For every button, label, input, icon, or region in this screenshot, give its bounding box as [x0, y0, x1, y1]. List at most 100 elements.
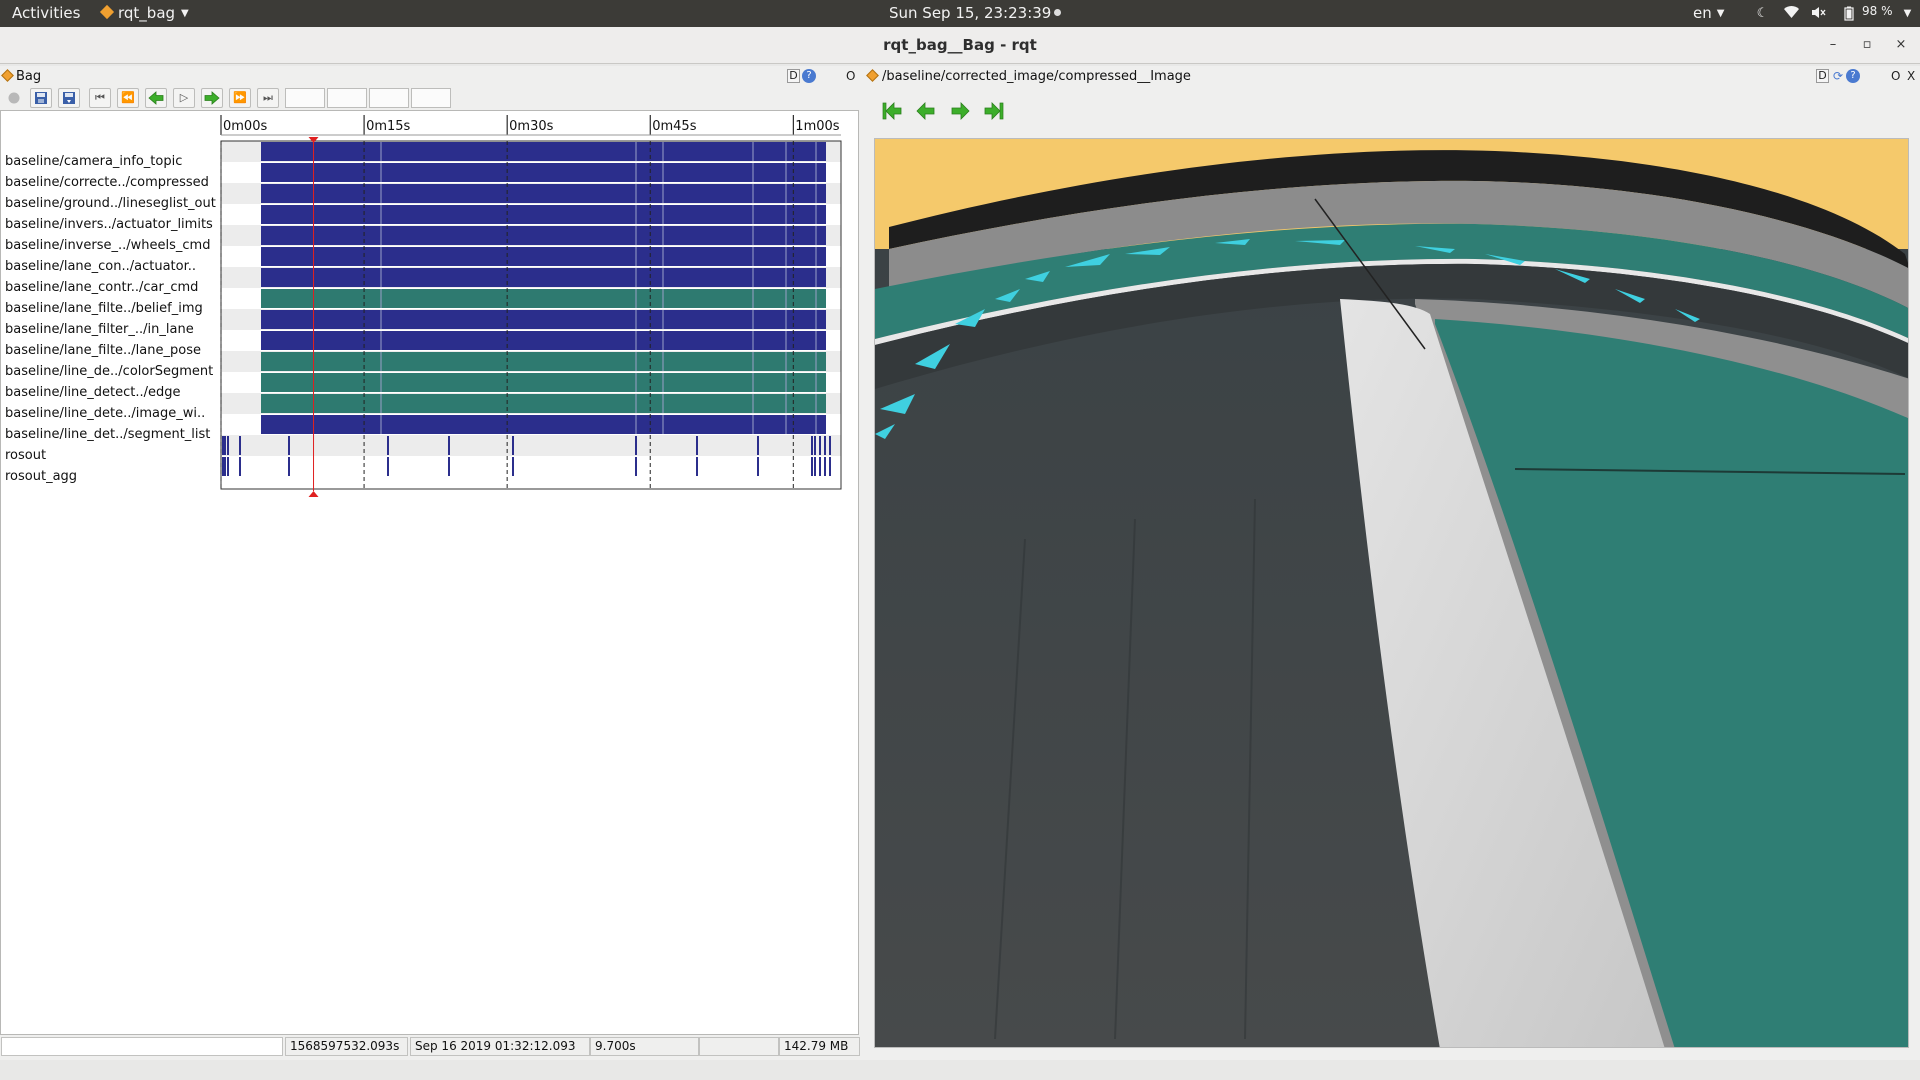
save-bag-icon[interactable]	[58, 88, 80, 108]
bag-dock-button[interactable]: D	[787, 69, 800, 83]
message-tick	[819, 457, 821, 476]
step-forward-icon[interactable]	[949, 100, 971, 122]
message-tick	[387, 436, 389, 455]
play-forward-icon[interactable]	[201, 88, 223, 108]
message-tick	[512, 457, 514, 476]
chevron-down-icon: ▼	[181, 8, 189, 19]
bag-timeline-area[interactable]: baseline/camera_info_topic baseline/corre…	[0, 110, 859, 1035]
status-size: 142.79 MB	[779, 1037, 860, 1056]
message-tick	[239, 457, 241, 476]
bag-help-icon[interactable]: ?	[802, 69, 816, 83]
bag-panel-title: Bag	[16, 69, 42, 84]
timeline-chart[interactable]: 0m00s 0m15s 0m30s 0m45s 1m00s	[1, 111, 860, 1036]
image-dock-button[interactable]: D	[1816, 69, 1829, 83]
topic-message-bar	[261, 289, 826, 308]
zoom-out-button[interactable]	[327, 88, 367, 108]
image-panel: /baseline/corrected_image/compressed__Im…	[865, 66, 1920, 1060]
topic-message-bar	[261, 268, 826, 287]
status-filter-input[interactable]	[1, 1037, 283, 1056]
play-backward-icon[interactable]	[145, 88, 167, 108]
message-tick	[814, 436, 816, 455]
message-tick	[829, 457, 831, 476]
clock[interactable]: Sun Sep 15, 23:23:39	[889, 4, 1062, 22]
bag-panel: Bag D ? O ⏮ ⏪ ▷ ⏩ ⏭ baseline/camera_info…	[0, 66, 865, 1060]
fast-forward-icon[interactable]: ⏩	[229, 88, 251, 108]
skip-to-end-icon[interactable]	[983, 100, 1005, 122]
step-back-icon[interactable]	[915, 100, 937, 122]
volume-muted-icon[interactable]	[1811, 6, 1826, 21]
night-light-icon[interactable]: ☾	[1755, 6, 1770, 21]
topic-message-bar	[261, 247, 826, 266]
language-menu[interactable]: en ▼	[1693, 4, 1724, 22]
refresh-icon[interactable]: ⟳	[1831, 69, 1845, 83]
notification-dot-icon	[1054, 9, 1062, 16]
time-tick-label: 0m15s	[366, 119, 410, 134]
topic-message-bar	[261, 205, 826, 224]
status-datetime: Sep 16 2019 01:32:12.093	[410, 1037, 590, 1056]
message-tick	[224, 436, 226, 455]
close-icon[interactable]: ×	[1892, 36, 1910, 54]
bag-toolbar: ⏮ ⏪ ▷ ⏩ ⏭	[0, 86, 865, 110]
topic-message-bar	[261, 373, 826, 392]
message-tick	[288, 436, 290, 455]
message-tick	[512, 436, 514, 455]
topic-message-bar	[261, 163, 826, 182]
topic-message-bar	[261, 331, 826, 350]
system-menu-chevron-icon[interactable]: ▼	[1900, 6, 1915, 21]
zoom-in-button[interactable]	[285, 88, 325, 108]
minimize-icon[interactable]: –	[1824, 36, 1842, 54]
message-tick	[227, 457, 229, 476]
message-tick	[448, 457, 450, 476]
image-help-icon[interactable]: ?	[1846, 69, 1860, 83]
message-tick	[814, 457, 816, 476]
image-panel-header: /baseline/corrected_image/compressed__Im…	[865, 66, 1920, 86]
message-tick	[635, 436, 637, 455]
image-options-button[interactable]: O	[1891, 69, 1900, 83]
message-tick	[227, 436, 229, 455]
topic-message-bar	[261, 415, 826, 434]
message-tick	[824, 436, 826, 455]
battery-percent[interactable]: 98 %	[1862, 4, 1893, 18]
time-tick-label: 0m30s	[509, 119, 553, 134]
topic-message-bar	[261, 226, 826, 245]
message-tick	[757, 436, 759, 455]
topic-message-bar	[261, 184, 826, 203]
system-top-bar: Activities rqt_bag ▼ Sun Sep 15, 23:23:39…	[0, 0, 1920, 27]
skip-to-start-icon[interactable]	[881, 100, 903, 122]
topic-message-bar	[261, 394, 826, 413]
wifi-icon[interactable]	[1784, 6, 1799, 21]
message-tick	[757, 457, 759, 476]
message-tick	[824, 457, 826, 476]
record-icon[interactable]	[3, 88, 25, 108]
message-tick	[448, 436, 450, 455]
bag-status-bar: 1568597532.093s Sep 16 2019 01:32:12.093…	[0, 1035, 865, 1057]
message-tick	[635, 457, 637, 476]
battery-icon[interactable]	[1841, 6, 1856, 21]
bag-options-button[interactable]: O	[846, 69, 855, 83]
play-icon[interactable]: ▷	[173, 88, 195, 108]
activities-button[interactable]: Activities	[12, 4, 80, 22]
message-tick	[224, 457, 226, 476]
message-tick	[811, 457, 813, 476]
thumbnails-button[interactable]	[411, 88, 451, 108]
maximize-icon[interactable]: ▫	[1858, 36, 1876, 54]
message-tick	[222, 457, 224, 476]
go-to-end-icon[interactable]: ⏭	[257, 88, 279, 108]
go-to-start-icon[interactable]: ⏮	[89, 88, 111, 108]
app-menu[interactable]: rqt_bag ▼	[99, 4, 189, 22]
topic-message-bar	[261, 142, 826, 161]
window-title-bar: rqt_bag__Bag - rqt – ▫ ×	[0, 27, 1920, 64]
status-rate	[699, 1037, 779, 1056]
message-tick	[222, 436, 224, 455]
rewind-icon[interactable]: ⏪	[117, 88, 139, 108]
time-tick-label: 1m00s	[795, 119, 839, 134]
image-close-button[interactable]: X	[1907, 69, 1915, 83]
zoom-reset-button[interactable]	[369, 88, 409, 108]
language-label: en	[1693, 4, 1712, 22]
time-tick-label: 0m00s	[223, 119, 267, 134]
message-tick	[696, 457, 698, 476]
chevron-down-icon: ▼	[1716, 8, 1725, 19]
image-panel-title: /baseline/corrected_image/compressed__Im…	[882, 69, 1191, 84]
load-bag-icon[interactable]	[30, 88, 52, 108]
message-tick	[819, 436, 821, 455]
